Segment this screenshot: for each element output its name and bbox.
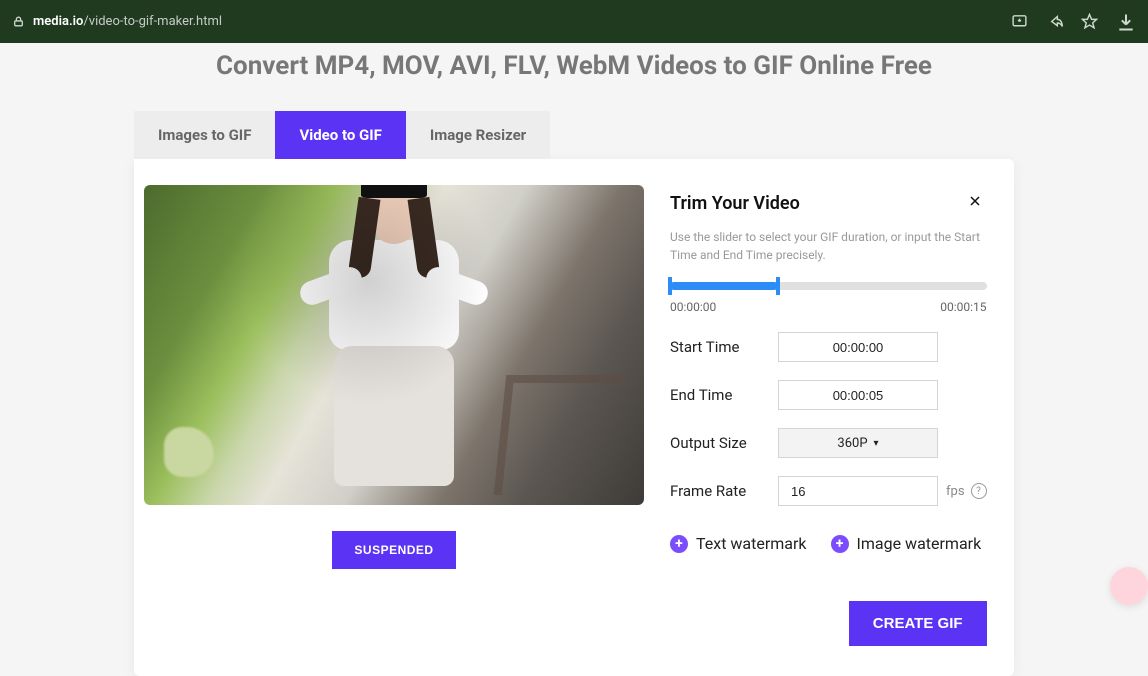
frame-rate-input[interactable] <box>778 476 938 506</box>
tab-images-to-gif[interactable]: Images to GIF <box>134 111 275 159</box>
tool-tabs: Images to GIF Video to GIF Image Resizer <box>134 111 1014 159</box>
create-gif-button[interactable]: CREATE GIF <box>849 601 987 646</box>
page-headline: Convert MP4, MOV, AVI, FLV, WebM Videos … <box>0 43 1148 111</box>
preview-column: SUSPENDED <box>144 185 644 646</box>
share-icon[interactable] <box>1046 13 1063 30</box>
frame-rate-label: Frame Rate <box>670 482 778 500</box>
url-host: media.io <box>33 14 83 29</box>
end-time-input[interactable] <box>778 380 938 410</box>
close-icon[interactable] <box>963 189 987 218</box>
frame-rate-unit: fps <box>946 484 965 499</box>
image-watermark-label: Image watermark <box>857 534 982 553</box>
suspended-button[interactable]: SUSPENDED <box>332 531 455 569</box>
install-app-icon[interactable] <box>1011 13 1028 30</box>
panel-description: Use the slider to select your GIF durati… <box>670 228 980 264</box>
lock-icon <box>12 15 25 28</box>
text-watermark-label: Text watermark <box>696 534 807 553</box>
browser-actions <box>1011 12 1136 32</box>
tab-image-resizer[interactable]: Image Resizer <box>406 111 550 159</box>
start-time-label: Start Time <box>670 338 778 356</box>
tab-video-to-gif[interactable]: Video to GIF <box>275 111 405 159</box>
url-display[interactable]: media.io/video-to-gif-maker.html <box>33 14 222 29</box>
plus-icon: + <box>670 535 688 553</box>
end-time-label: End Time <box>670 386 778 404</box>
output-size-value: 360P <box>837 436 867 451</box>
settings-panel: Trim Your Video Use the slider to select… <box>670 185 987 646</box>
video-preview[interactable] <box>144 185 644 505</box>
chevron-down-icon: ▾ <box>874 438 879 449</box>
output-size-select[interactable]: 360P ▾ <box>778 428 938 458</box>
slider-handle-end[interactable] <box>776 277 780 295</box>
bookmark-star-icon[interactable] <box>1081 13 1098 30</box>
output-size-label: Output Size <box>670 434 778 452</box>
add-text-watermark[interactable]: + Text watermark <box>670 534 807 553</box>
timeline-end-label: 00:00:15 <box>940 300 986 314</box>
trim-slider[interactable]: 00:00:00 00:00:15 <box>670 282 987 314</box>
tool-card: SUSPENDED Trim Your Video Use the slider… <box>134 159 1014 676</box>
timeline-start-label: 00:00:00 <box>670 300 716 314</box>
browser-address-bar: media.io/video-to-gif-maker.html <box>0 0 1148 43</box>
add-image-watermark[interactable]: + Image watermark <box>831 534 982 553</box>
plus-icon: + <box>831 535 849 553</box>
download-icon[interactable] <box>1116 12 1136 32</box>
help-icon[interactable]: ? <box>971 483 987 499</box>
panel-title: Trim Your Video <box>670 193 800 214</box>
url-path: /video-to-gif-maker.html <box>83 14 222 29</box>
start-time-input[interactable] <box>778 332 938 362</box>
help-bubble[interactable] <box>1110 567 1148 605</box>
slider-handle-start[interactable] <box>668 277 672 295</box>
